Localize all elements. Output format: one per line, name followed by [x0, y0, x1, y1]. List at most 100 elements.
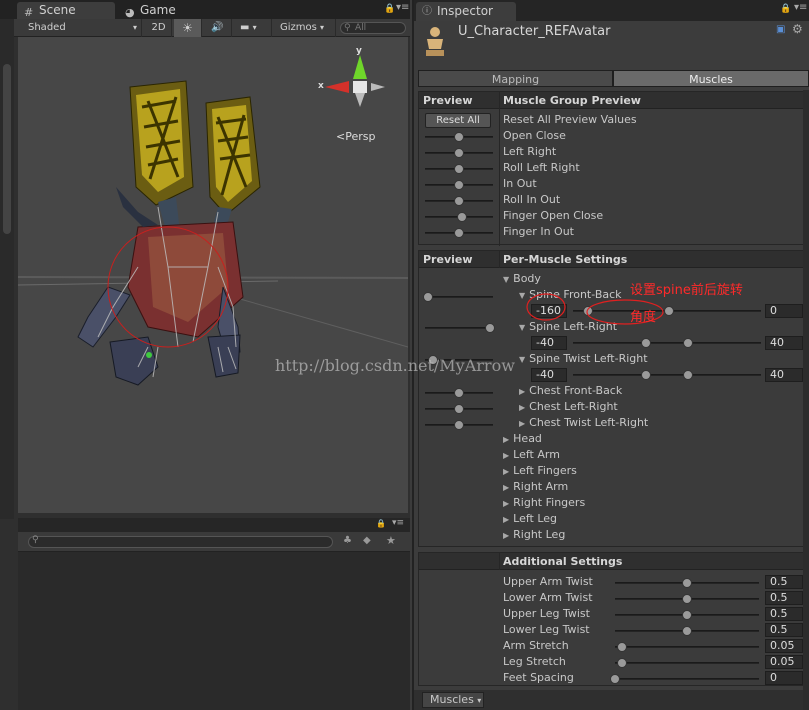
tab-game[interactable]: ◕ Game [118, 2, 208, 19]
chest-front-back-preview-slider[interactable] [425, 388, 493, 398]
additional-setting-slider[interactable] [615, 578, 759, 588]
inspector-scrollbar[interactable] [803, 90, 809, 710]
additional-setting-value-field[interactable]: 0.05 [765, 639, 803, 653]
slider-knob[interactable] [682, 594, 692, 604]
group-preview-slider[interactable] [425, 180, 493, 190]
lock-icon[interactable]: 🔒 [384, 4, 395, 14]
muscle-group-foldout[interactable]: ▶ Left Fingers [503, 464, 577, 479]
gear-icon[interactable]: ⚙ [792, 22, 803, 36]
spine-left-right-max-field[interactable]: 40 [765, 336, 803, 350]
slider-knob[interactable] [454, 132, 464, 142]
slider-knob[interactable] [454, 148, 464, 158]
body-foldout[interactable]: ▼ Body [503, 272, 541, 287]
slider-knob[interactable] [457, 212, 468, 222]
slider-knob[interactable] [454, 196, 464, 206]
persp-icon: < [336, 130, 346, 143]
lock-icon[interactable]: 🔒 [376, 519, 386, 528]
additional-setting-label: Lower Arm Twist [503, 591, 593, 604]
gizmos-dropdown[interactable]: Gizmos ▾ [276, 19, 336, 37]
project-search-input[interactable]: ⚲ [28, 535, 333, 548]
chevron-down-icon: ▾ [252, 23, 257, 32]
additional-setting-value-field[interactable]: 0.5 [765, 591, 803, 605]
scene-viewport[interactable]: x y <Persp [17, 37, 409, 513]
spine-left-right-preview-slider[interactable] [425, 323, 495, 333]
additional-setting-value-field[interactable]: 0.5 [765, 607, 803, 621]
chest-twist-foldout[interactable]: ▶ Chest Twist Left-Right [519, 416, 648, 431]
muscle-group-foldout[interactable]: ▶ Right Fingers [503, 496, 585, 511]
tab-mapping[interactable]: Mapping [418, 70, 613, 87]
slider-knob[interactable] [682, 626, 692, 636]
spine-front-back-preview-slider[interactable] [423, 292, 493, 302]
spine-front-back-range-slider[interactable] [573, 306, 761, 316]
additional-setting-value-field[interactable]: 0 [765, 671, 803, 685]
menu-icon[interactable]: ▾≡ [794, 2, 807, 13]
additional-setting-slider[interactable] [615, 626, 759, 636]
label-tag-icon[interactable]: ◆ [363, 535, 371, 546]
slider-knob[interactable] [682, 578, 692, 588]
triangle-right-icon: ▶ [503, 451, 510, 460]
slider-knob[interactable] [454, 180, 464, 190]
lighting-toggle-icon[interactable]: ☀ [174, 19, 202, 37]
group-preview-slider[interactable] [425, 148, 493, 158]
group-preview-slider[interactable] [425, 228, 493, 238]
additional-setting-slider[interactable] [615, 658, 759, 668]
muscle-group-foldout[interactable]: ▶ Right Leg [503, 528, 565, 543]
spine-front-back-foldout[interactable]: ▼ Spine Front-Back [519, 288, 622, 303]
tab-scene[interactable]: # Scene [17, 2, 115, 19]
slider-knob[interactable] [454, 164, 464, 174]
reset-all-button[interactable]: Reset All [425, 113, 491, 128]
additional-setting-slider[interactable] [610, 674, 759, 684]
muscle-group-foldout[interactable]: ▶ Head [503, 432, 542, 447]
spine-front-back-max-field[interactable]: 0 [765, 304, 803, 318]
additional-setting-slider[interactable] [615, 594, 759, 604]
tab-muscles[interactable]: Muscles [613, 70, 809, 87]
additional-setting-value-field[interactable]: 0.5 [765, 575, 803, 589]
slider-knob[interactable] [617, 642, 628, 652]
shading-dropdown[interactable]: Shaded ▾ [14, 19, 142, 37]
slider-knob[interactable] [454, 228, 464, 238]
spine-twist-max-field[interactable]: 40 [765, 368, 803, 382]
muscle-group-foldout[interactable]: ▶ Right Arm [503, 480, 568, 495]
scene-scrollbar[interactable] [0, 19, 14, 519]
menu-icon[interactable]: ▾≡ [396, 2, 409, 13]
spine-front-back-min-field[interactable]: -160 [531, 304, 567, 318]
2d-toggle[interactable]: 2D [146, 19, 172, 37]
help-book-icon[interactable]: ▣ [776, 24, 785, 35]
additional-setting-slider[interactable] [615, 642, 759, 652]
chest-front-back-foldout[interactable]: ▶ Chest Front-Back [519, 384, 622, 399]
chest-left-right-preview-slider[interactable] [425, 404, 493, 414]
spine-left-right-min-field[interactable]: -40 [531, 336, 567, 350]
chest-twist-preview-slider[interactable] [425, 420, 493, 430]
group-preview-slider[interactable] [425, 196, 493, 206]
effects-dropdown[interactable]: ▬ ▾ [234, 19, 272, 37]
additional-setting-slider[interactable] [615, 610, 759, 620]
additional-setting-value-field[interactable]: 0.5 [765, 623, 803, 637]
filter-type-icon[interactable]: ♣ [343, 535, 352, 546]
spine-twist-min-field[interactable]: -40 [531, 368, 567, 382]
spine-left-right-range-slider[interactable] [573, 338, 761, 348]
chest-left-right-foldout[interactable]: ▶ Chest Left-Right [519, 400, 618, 415]
group-preview-slider[interactable] [425, 132, 493, 142]
triangle-right-icon: ▶ [519, 387, 526, 396]
muscles-dropdown[interactable]: Muscles ▾ [422, 692, 484, 708]
orientation-gizmo[interactable] [313, 45, 393, 135]
scene-search-input[interactable]: ⚲ All [340, 22, 406, 34]
tab-inspector[interactable]: ⓘ Inspector [416, 2, 516, 21]
lock-icon[interactable]: 🔒 [780, 4, 791, 14]
group-preview-slider[interactable] [425, 212, 493, 222]
muscle-group-foldout[interactable]: ▶ Left Leg [503, 512, 557, 527]
persp-label[interactable]: <Persp [336, 130, 375, 143]
additional-setting-value-field[interactable]: 0.05 [765, 655, 803, 669]
slider-knob[interactable] [617, 658, 628, 668]
slider-knob[interactable] [682, 610, 692, 620]
group-preview-slider[interactable] [425, 164, 493, 174]
spine-left-right-foldout[interactable]: ▼ Spine Left-Right [519, 320, 617, 335]
spine-twist-range-slider[interactable] [573, 370, 761, 380]
favorite-star-icon[interactable]: ★ [386, 534, 396, 547]
slider-knob[interactable] [610, 674, 620, 684]
audio-toggle-icon[interactable]: 🔊 [204, 19, 232, 37]
spine-twist-foldout[interactable]: ▼ Spine Twist Left-Right [519, 352, 648, 367]
scrollbar-thumb[interactable] [3, 64, 11, 234]
menu-icon[interactable]: ▾≡ [392, 518, 404, 528]
muscle-group-foldout[interactable]: ▶ Left Arm [503, 448, 560, 463]
